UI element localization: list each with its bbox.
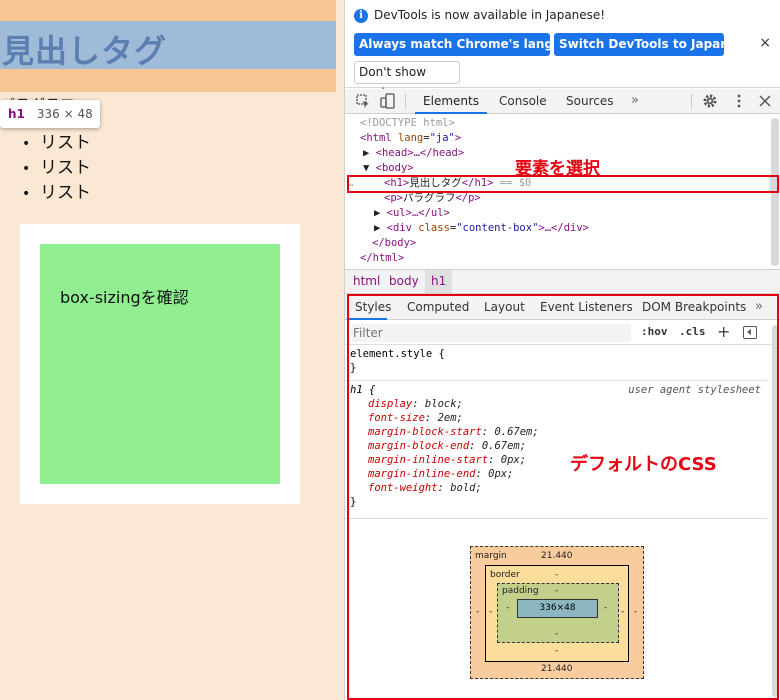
kebab-menu-icon[interactable] <box>731 93 747 109</box>
more-tabs-icon[interactable]: » <box>631 89 639 114</box>
tab-console[interactable]: Console <box>499 89 547 114</box>
dom-ul-node[interactable]: ▶ <ul>…</ul> <box>374 206 450 221</box>
toolbar-divider <box>691 94 692 109</box>
match-language-button[interactable]: Always match Chrome's language <box>354 33 586 56</box>
content-box <box>40 244 280 484</box>
breadcrumb: html body h1 <box>345 269 780 294</box>
tooltip-size: 336 × 48 <box>36 107 93 121</box>
breadcrumb-html[interactable]: html <box>347 270 386 293</box>
annotation-box-css <box>347 294 779 700</box>
page-list: リスト リスト リスト <box>22 131 91 206</box>
dom-body-node[interactable]: ▼ <body> <box>363 161 414 176</box>
info-message: DevTools is now available in Japanese! <box>374 8 606 22</box>
list-item: リスト <box>22 156 91 181</box>
dom-head-node[interactable]: ▶ <head>…</head> <box>363 146 464 161</box>
dom-div-node[interactable]: ▶ <div class="content-box">…</div> <box>374 221 589 236</box>
dom-html-node[interactable]: <html lang="ja"> <box>360 131 461 146</box>
list-item: リスト <box>22 181 91 206</box>
content-box-text: box-sizingを確認 <box>60 288 189 307</box>
dom-body-close[interactable]: </body> <box>372 236 416 251</box>
page-preview: 見出しタグ パラグラフ h1 336 × 48 リスト リスト リスト box-… <box>0 0 344 700</box>
gear-icon[interactable] <box>702 93 718 109</box>
tab-sources[interactable]: Sources <box>566 89 613 114</box>
dom-doctype[interactable]: <!DOCTYPE html> <box>360 116 455 131</box>
list-item: リスト <box>22 131 91 156</box>
dom-p-node[interactable]: <p>パラグラフ</p> <box>384 191 481 206</box>
device-toolbar-icon[interactable] <box>380 93 396 109</box>
devtools-panel: i DevTools is now available in Japanese!… <box>344 0 780 700</box>
tooltip-tag: h1 <box>8 107 25 121</box>
inspect-tooltip: h1 336 × 48 <box>0 100 100 128</box>
breadcrumb-h1[interactable]: h1 <box>425 270 453 293</box>
dom-html-close[interactable]: </html> <box>360 251 404 266</box>
toolbar-divider <box>405 94 406 109</box>
breadcrumb-body[interactable]: body <box>383 270 425 293</box>
annotation-label-select: 要素を選択 <box>515 159 600 179</box>
switch-language-button[interactable]: Switch DevTools to Japanese <box>554 33 752 56</box>
close-icon[interactable] <box>757 93 773 109</box>
tab-elements[interactable]: Elements <box>415 89 487 114</box>
inspect-element-icon[interactable] <box>355 93 371 109</box>
info-icon: i <box>354 9 368 23</box>
language-info-bar: i DevTools is now available in Japanese!… <box>345 0 780 100</box>
devtools-tabbar: Elements Console Sources » <box>345 89 780 114</box>
page-heading: 見出しタグ <box>2 32 168 70</box>
close-icon[interactable]: × <box>759 35 771 51</box>
dont-show-again-button[interactable]: Don't show again <box>354 61 460 100</box>
